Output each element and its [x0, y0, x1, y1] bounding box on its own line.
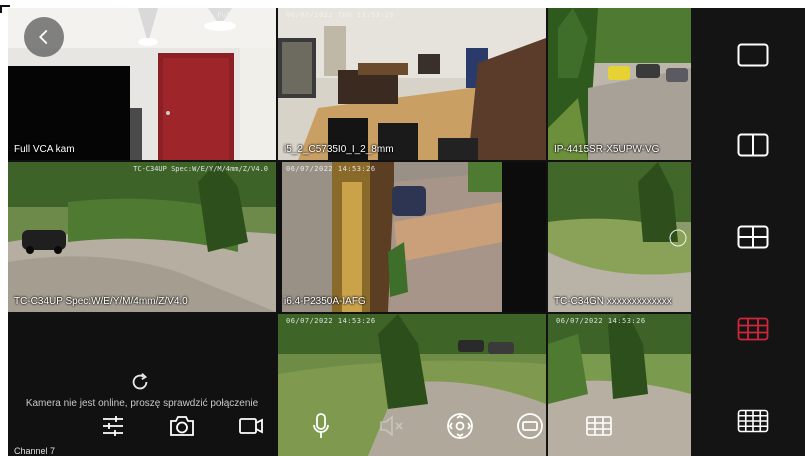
- two-view-icon: [737, 133, 769, 157]
- layout-1-button[interactable]: [737, 42, 769, 68]
- ptz-button[interactable]: [442, 408, 478, 444]
- snapshot-button[interactable]: [164, 408, 200, 444]
- camera-osd-8: 06/07/2022 14:53:26: [286, 317, 376, 325]
- speaker-muted-icon: [380, 415, 403, 437]
- camera-osd-2: 06/07/2022 THU 13:53:26: [286, 11, 395, 19]
- camera-feed-5: [278, 162, 546, 312]
- single-view-icon: [737, 43, 769, 67]
- chevron-left-icon: [39, 30, 48, 44]
- record-button[interactable]: [233, 408, 269, 444]
- camera-icon: [170, 416, 194, 436]
- camera-label-5: i6.4-P2350A-IAFG: [284, 296, 366, 307]
- layout-16-button[interactable]: [737, 408, 769, 434]
- camera-feed-6: [548, 162, 691, 312]
- channel-label: Channel 7: [14, 446, 56, 456]
- camera-label-1: Full VCA kam: [14, 144, 75, 155]
- camera-osd-5: 06/07/2022 14:53:26: [286, 165, 376, 173]
- camera-tile-3[interactable]: IP-4415SR-X5UPW-VG: [548, 8, 691, 160]
- camera-osd-9: 06/07/2022 14:53:26: [556, 317, 646, 325]
- ptz-icon: [447, 413, 473, 439]
- camera-osd-right-4: TC-C34UP Spec:W/E/Y/M/4mm/Z/V4.0: [133, 165, 268, 173]
- layout-9-button[interactable]: [737, 316, 769, 342]
- audio-button[interactable]: [373, 408, 409, 444]
- nine-view-icon: [737, 317, 769, 341]
- fisheye-button[interactable]: [512, 408, 548, 444]
- back-button[interactable]: [24, 17, 64, 57]
- camera-tile-6[interactable]: TC-C34GN xxxxxxxxxxxxx: [548, 162, 691, 312]
- playback-toolbar: [0, 406, 691, 450]
- camera-feed-3: [548, 8, 691, 160]
- camera-label-2: i5_2_C5735I0_I_2_8mm: [284, 144, 394, 155]
- camera-label-3: IP-4415SR-X5UPW-VG: [554, 144, 660, 155]
- corner-mark: [0, 0, 10, 13]
- layout-2-button[interactable]: [737, 132, 769, 158]
- camera-tile-4[interactable]: TC-C34UP Spec:W/E/Y/M/4mm/Z/V4.0 TC-C34U…: [8, 162, 276, 312]
- camera-feed-2: [278, 8, 546, 160]
- fisheye-icon: [517, 413, 543, 439]
- settings-sliders-icon: [103, 416, 123, 436]
- grid-button[interactable]: [581, 408, 617, 444]
- layout-4-button[interactable]: [737, 224, 769, 250]
- camera-osd-right-1: Full VCA kam: [217, 11, 268, 19]
- camera-tile-2[interactable]: 06/07/2022 THU 13:53:26 i5_2_C5735I0_I_2…: [278, 8, 546, 160]
- microphone-icon: [313, 413, 329, 438]
- sixteen-view-icon: [737, 409, 769, 433]
- camera-feed-4: [8, 162, 276, 312]
- layout-panel: [691, 8, 805, 456]
- video-record-icon: [239, 418, 263, 434]
- settings-button[interactable]: [95, 408, 131, 444]
- refresh-icon[interactable]: [129, 371, 151, 398]
- four-view-icon: [737, 225, 769, 249]
- grid-icon: [586, 416, 612, 436]
- camera-label-4: TC-C34UP Spec:W/E/Y/M/4mm/Z/V4.0: [14, 296, 188, 307]
- camera-osd-1: 06/07/2022 14:53:26: [16, 11, 106, 19]
- camera-label-6: TC-C34GN xxxxxxxxxxxxx: [554, 296, 672, 307]
- microphone-button[interactable]: [303, 408, 339, 444]
- camera-tile-5[interactable]: 06/07/2022 14:53:26 i6.4-P2350A-IAFG: [278, 162, 546, 312]
